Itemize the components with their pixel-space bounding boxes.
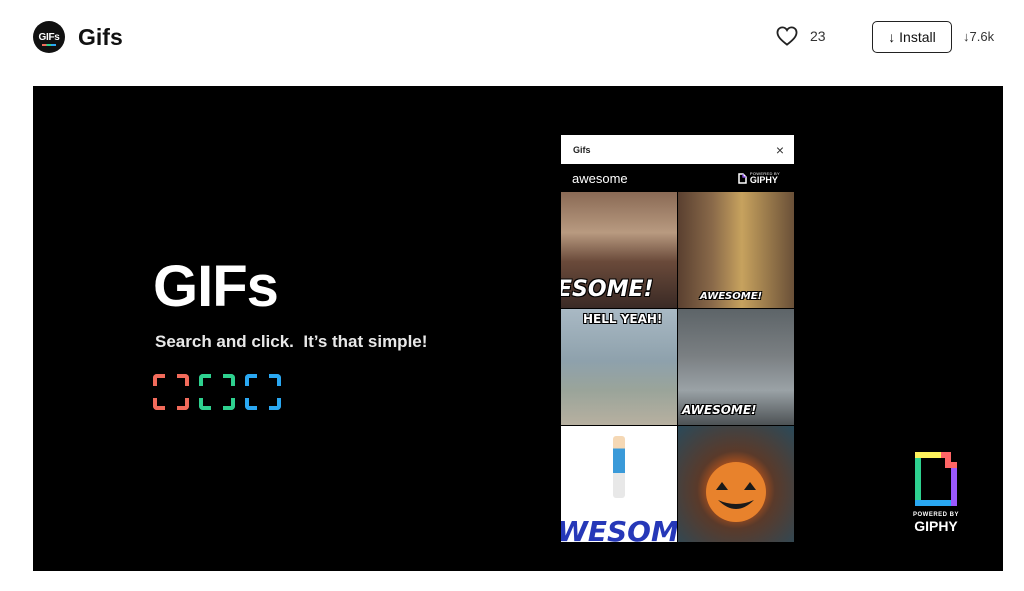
app-logo: GIFs <box>33 21 65 53</box>
gif-tile[interactable]: WESOM <box>561 426 677 542</box>
panel-title: Gifs <box>573 144 591 155</box>
app-logo-text: GIFs <box>38 31 60 43</box>
close-icon[interactable]: × <box>776 142 784 158</box>
bracket-icon-red <box>153 374 189 410</box>
gif-caption: HELL YEAH! <box>583 312 663 326</box>
giphy-icon <box>738 172 747 184</box>
gif-tile[interactable]: ESOME! <box>561 192 677 308</box>
gif-tile[interactable]: AWESOME! <box>678 192 794 308</box>
like-count: 23 <box>810 28 826 44</box>
giphy-label: GIPHY <box>914 518 958 534</box>
search-input[interactable]: awesome <box>572 171 628 186</box>
gif-tile[interactable]: HELL YEAH! <box>561 309 677 425</box>
cartoon-figure <box>613 436 625 498</box>
search-row: awesome POWERED BY GIPHY <box>561 164 794 192</box>
banner-title: GIFs <box>153 254 279 319</box>
heart-icon <box>776 26 798 46</box>
cover-banner: GIFs Search and click. It’s that simple!… <box>33 86 1003 571</box>
gif-caption: ESOME! <box>561 277 654 302</box>
giphy-logo-icon <box>915 452 957 506</box>
gif-tile[interactable]: AWESOME! <box>678 309 794 425</box>
gif-tile[interactable] <box>678 426 794 542</box>
gif-caption: WESOM <box>561 515 677 542</box>
gif-caption: AWESOME! <box>700 291 763 302</box>
bracket-icon-green <box>199 374 235 410</box>
panel-header: Gifs × <box>561 135 794 164</box>
app-title: Gifs <box>78 24 123 50</box>
like-button[interactable]: 23 <box>776 26 826 46</box>
banner-subtitle: Search and click. It’s that simple! <box>155 332 428 351</box>
giphy-branding: POWERED BY GIPHY <box>905 512 967 534</box>
bracket-icon-blue <box>245 374 281 410</box>
powered-by-giphy: POWERED BY GIPHY <box>738 171 780 185</box>
header: GIFs Gifs 23 ↓ Install ↓7.6k <box>0 0 1024 78</box>
gif-caption: AWESOME! <box>682 403 757 417</box>
install-button[interactable]: ↓ Install <box>872 21 952 53</box>
pumpkin-face-icon <box>706 462 766 522</box>
download-count: ↓7.6k <box>963 29 995 44</box>
gif-grid: ESOME! AWESOME! HELL YEAH! AWESOME! WESO… <box>561 192 794 542</box>
giphy-text: GIPHY <box>749 174 778 185</box>
bracket-icons <box>153 374 281 410</box>
plugin-preview-panel: Gifs × awesome POWERED BY GIPHY ESOME! A… <box>561 135 794 542</box>
